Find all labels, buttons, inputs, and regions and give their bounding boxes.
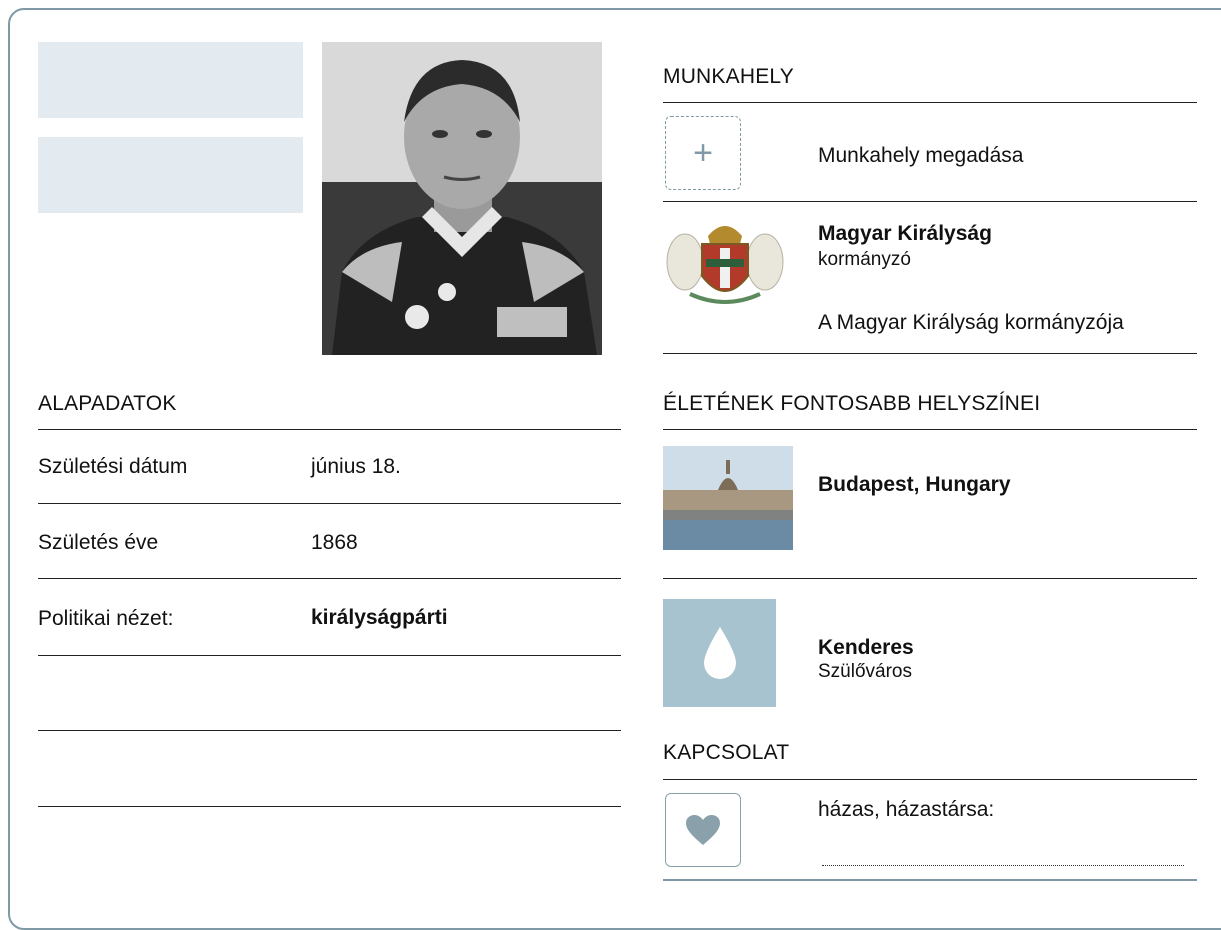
kenderes-thumbnail[interactable] <box>663 599 776 707</box>
divider <box>38 429 621 430</box>
divider-empty-row <box>38 806 621 807</box>
spouse-name-field[interactable] <box>822 855 1184 866</box>
place-subtitle-kenderes: Szülőváros <box>818 661 912 682</box>
parliament-icon <box>663 446 793 550</box>
portrait-illustration <box>322 42 602 355</box>
divider <box>663 578 1197 579</box>
divider-accent <box>663 879 1197 881</box>
workplace-role: kormányzó <box>818 249 911 270</box>
subtitle-placeholder <box>38 137 303 213</box>
plus-icon: + <box>693 134 713 172</box>
divider <box>38 578 621 579</box>
divider <box>663 102 1197 103</box>
budapest-thumbnail[interactable] <box>663 446 793 550</box>
divider <box>38 655 621 656</box>
relationship-status: házas, házastársa: <box>818 798 995 821</box>
section-title-kapcsolat: KAPCSOLAT <box>663 741 790 764</box>
workplace-name[interactable]: Magyar Királyság <box>818 222 992 246</box>
name-placeholder <box>38 42 303 118</box>
heart-icon <box>686 815 720 845</box>
birth-date-label: Születési dátum <box>38 455 188 478</box>
place-name-kenderes[interactable]: Kenderes <box>818 636 914 660</box>
birth-date-value: június 18. <box>311 455 401 478</box>
profile-photo <box>322 42 602 355</box>
place-name-budapest[interactable]: Budapest, Hungary <box>818 473 1011 497</box>
divider <box>663 353 1197 354</box>
political-view-value: királyságpárti <box>311 606 448 629</box>
coat-of-arms-image <box>660 214 790 310</box>
section-title-munkahely: MUNKAHELY <box>663 65 794 88</box>
divider <box>38 503 621 504</box>
birth-year-label: Születés éve <box>38 531 159 554</box>
section-title-helyszinek: ÉLETÉNEK FONTOSABB HELYSZÍNEI <box>663 392 1041 415</box>
coat-of-arms-icon <box>666 226 784 304</box>
add-workplace-label[interactable]: Munkahely megadása <box>818 144 1023 168</box>
divider <box>663 779 1197 780</box>
birth-year-value: 1868 <box>311 531 358 554</box>
divider <box>663 429 1197 430</box>
political-view-label: Politikai nézet: <box>38 607 174 630</box>
divider <box>663 201 1197 202</box>
add-workplace-button[interactable]: + <box>665 116 741 190</box>
workplace-description: A Magyar Királyság kormányzója <box>818 311 1124 334</box>
relationship-icon-box[interactable] <box>665 793 741 867</box>
section-title-alapadatok: ALAPADATOK <box>38 392 177 415</box>
divider-empty-row <box>38 730 621 731</box>
drop-icon <box>703 627 736 679</box>
